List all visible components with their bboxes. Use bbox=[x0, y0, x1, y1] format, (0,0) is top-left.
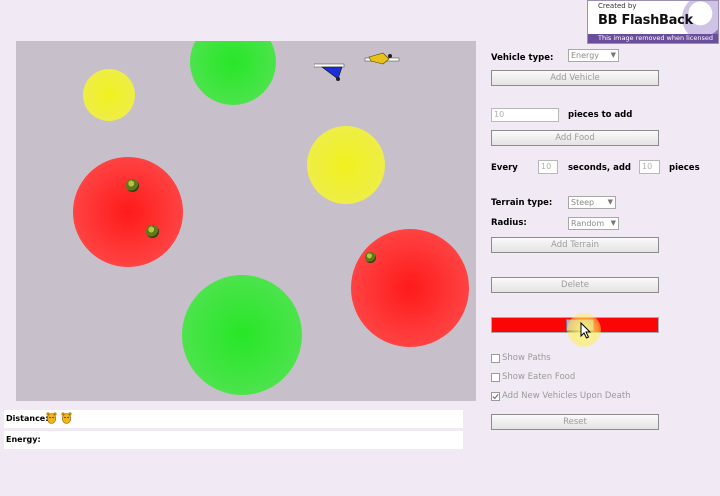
vehicle-type-select[interactable]: Energy ▼ bbox=[568, 49, 619, 62]
chevron-down-icon: ▼ bbox=[610, 219, 616, 227]
add-new-vehicles-label: Add New Vehicles Upon Death bbox=[502, 391, 631, 401]
terrain-red[interactable] bbox=[73, 157, 183, 267]
mouse-cursor-icon bbox=[580, 322, 592, 339]
food-pellet[interactable] bbox=[365, 252, 376, 263]
pieces-to-add-label: pieces to add bbox=[568, 110, 633, 120]
pieces-to-add-field[interactable]: 10 bbox=[491, 108, 559, 122]
food-pellet[interactable] bbox=[146, 225, 159, 238]
bear-icon bbox=[61, 412, 72, 424]
radius-value: Random bbox=[571, 219, 605, 228]
every-label: Every bbox=[491, 163, 518, 173]
add-terrain-button[interactable]: Add Terrain bbox=[491, 237, 659, 253]
vehicle-type-label: Vehicle type: bbox=[491, 53, 554, 63]
show-paths-label: Show Paths bbox=[502, 353, 551, 363]
watermark-brand: BB FlashBack bbox=[598, 13, 693, 28]
show-eaten-food-checkbox[interactable] bbox=[491, 373, 500, 382]
terrain-green[interactable] bbox=[182, 275, 302, 395]
every-seconds-field[interactable]: 10 bbox=[538, 160, 558, 174]
add-new-vehicles-checkbox[interactable] bbox=[491, 392, 500, 401]
vehicle-blue[interactable] bbox=[314, 59, 354, 83]
watermark-created-by: Created by bbox=[598, 2, 637, 10]
energy-row: Energy: bbox=[4, 431, 463, 449]
reset-button[interactable]: Reset bbox=[491, 414, 659, 430]
terrain-type-label: Terrain type: bbox=[491, 198, 553, 208]
auto-pieces-field[interactable]: 10 bbox=[639, 160, 660, 174]
radius-label: Radius: bbox=[491, 218, 527, 228]
chevron-down-icon: ▼ bbox=[607, 198, 613, 206]
watermark-badge: Created by BB FlashBack This image remov… bbox=[587, 0, 719, 44]
terrain-type-select[interactable]: Steep ▼ bbox=[568, 196, 616, 209]
vehicle-yellow[interactable] bbox=[363, 51, 403, 71]
radius-select[interactable]: Random ▼ bbox=[568, 217, 619, 230]
delete-button[interactable]: Delete bbox=[491, 277, 659, 293]
show-eaten-food-label: Show Eaten Food bbox=[502, 372, 576, 382]
add-vehicle-button[interactable]: Add Vehicle bbox=[491, 70, 659, 86]
terrain-green[interactable] bbox=[190, 41, 276, 105]
terrain-yellow[interactable] bbox=[83, 69, 135, 121]
bear-icon bbox=[46, 412, 57, 424]
show-paths-checkbox[interactable] bbox=[491, 354, 500, 363]
terrain-red[interactable] bbox=[351, 229, 469, 347]
simulation-world[interactable] bbox=[16, 41, 476, 401]
add-food-button[interactable]: Add Food bbox=[491, 130, 659, 146]
chevron-down-icon: ▼ bbox=[610, 51, 616, 59]
distance-row: Distance: bbox=[4, 410, 463, 428]
food-pellet[interactable] bbox=[126, 179, 139, 192]
energy-label: Energy: bbox=[6, 435, 41, 444]
checkmark-icon bbox=[492, 393, 499, 400]
watermark-notice: This image removed when licensed bbox=[598, 34, 713, 42]
seconds-add-label: seconds, add bbox=[568, 163, 631, 173]
distance-label: Distance: bbox=[6, 414, 49, 423]
terrain-type-value: Steep bbox=[571, 198, 595, 207]
pieces-label: pieces bbox=[669, 163, 700, 173]
vehicle-type-value: Energy bbox=[571, 51, 600, 60]
terrain-yellow[interactable] bbox=[307, 126, 385, 204]
